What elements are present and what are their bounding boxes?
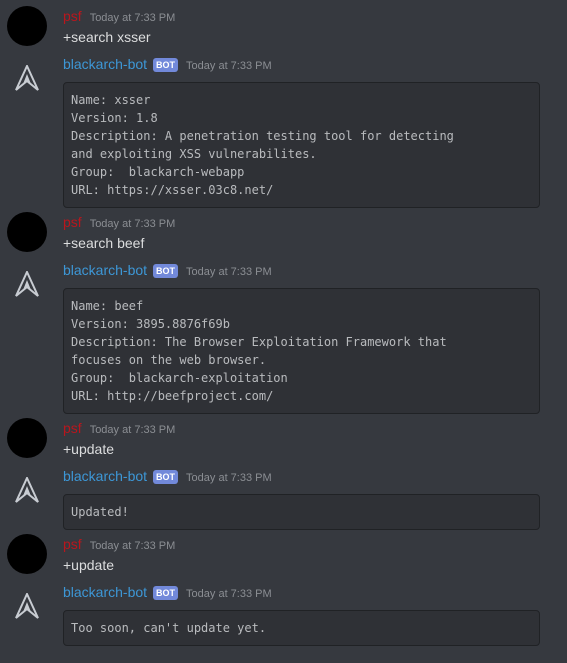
code-line: Group: blackarch-webapp [71, 165, 245, 179]
code-line: URL: http://beefproject.com/ [71, 389, 274, 403]
code-line: Version: 1.8 [71, 111, 158, 125]
code-block: Too soon, can't update yet. [63, 610, 540, 646]
author-name[interactable]: psf [63, 420, 82, 436]
author-name[interactable]: blackarch-bot [63, 56, 147, 72]
blackarch-logo-icon [15, 593, 39, 619]
timestamp: Today at 7:33 PM [186, 588, 272, 600]
blackarch-logo-icon [15, 65, 39, 91]
timestamp: Today at 7:33 PM [89, 218, 176, 230]
timestamp: Today at 7:33 PM [186, 60, 272, 72]
code-line: Description: The Browser Exploitation Fr… [71, 335, 447, 349]
code-line: Too soon, can't update yet. [71, 621, 267, 635]
author-name[interactable]: blackarch-bot [63, 468, 147, 484]
bot-badge: BOT [153, 470, 179, 484]
blackarch-logo-icon [15, 477, 39, 503]
timestamp: Today at 7:33 PM [89, 424, 176, 436]
user-avatar[interactable] [7, 534, 47, 574]
message-header: blackarch-bot BOT Today at 7:33 PM [63, 468, 272, 485]
message-header: blackarch-bot BOT Today at 7:33 PM [63, 584, 272, 601]
bot-avatar[interactable] [7, 58, 47, 98]
code-line: Description: A penetration testing tool … [71, 129, 454, 143]
user-avatar[interactable] [7, 212, 47, 252]
code-block: Updated! [63, 494, 540, 530]
code-line: Name: xsser [71, 93, 151, 107]
bot-avatar[interactable] [7, 264, 47, 304]
code-line: Updated! [71, 505, 129, 519]
message-header: psf Today at 7:33 PM [63, 420, 175, 436]
code-line: Group: blackarch-exploitation [71, 371, 288, 385]
code-line: URL: https://xsser.03c8.net/ [71, 183, 274, 197]
author-name[interactable]: psf [63, 214, 82, 230]
message-header: blackarch-bot BOT Today at 7:33 PM [63, 56, 272, 73]
code-block: Name: beef Version: 3895.8876f69b Descri… [63, 288, 540, 414]
code-line: and exploiting XSS vulnerabilites. [71, 147, 317, 161]
bot-avatar[interactable] [7, 470, 47, 510]
bot-badge: BOT [153, 586, 179, 600]
user-avatar[interactable] [7, 418, 47, 458]
message-header: blackarch-bot BOT Today at 7:33 PM [63, 262, 272, 279]
message-text: +update [63, 441, 114, 457]
author-name[interactable]: psf [63, 8, 82, 24]
blackarch-logo-icon [15, 271, 39, 297]
message-text: +search xsser [63, 29, 151, 45]
author-name[interactable]: blackarch-bot [63, 262, 147, 278]
message-text: +search beef [63, 235, 145, 251]
timestamp: Today at 7:33 PM [186, 266, 272, 278]
bot-badge: BOT [153, 58, 179, 72]
user-avatar[interactable] [7, 6, 47, 46]
message-header: psf Today at 7:33 PM [63, 8, 175, 24]
author-name[interactable]: blackarch-bot [63, 584, 147, 600]
timestamp: Today at 7:33 PM [89, 540, 176, 552]
code-block: Name: xsser Version: 1.8 Description: A … [63, 82, 540, 208]
timestamp: Today at 7:33 PM [89, 12, 176, 24]
code-line: Name: beef [71, 299, 144, 313]
author-name[interactable]: psf [63, 536, 82, 552]
message-text: +update [63, 557, 114, 573]
code-line: Version: 3895.8876f69b [71, 317, 230, 331]
bot-badge: BOT [153, 264, 179, 278]
message-header: psf Today at 7:33 PM [63, 214, 175, 230]
timestamp: Today at 7:33 PM [186, 472, 272, 484]
code-line: focuses on the web browser. [71, 353, 267, 367]
bot-avatar[interactable] [7, 586, 47, 626]
message-header: psf Today at 7:33 PM [63, 536, 175, 552]
